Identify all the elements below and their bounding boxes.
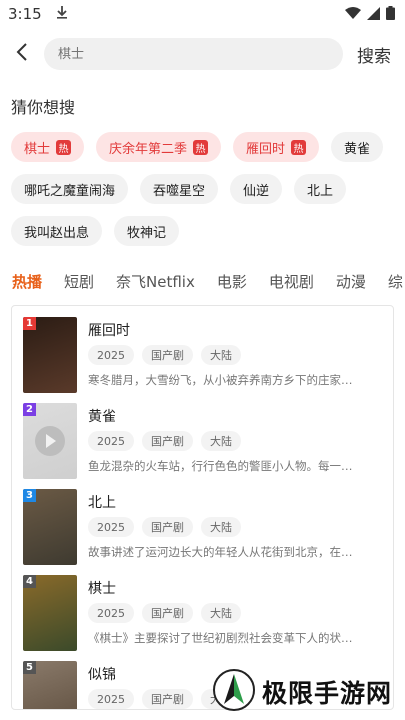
list-item[interactable]: 2 黄雀 2025 国产剧 大陆鱼龙混杂的火车站，行行色色的警匪小人物。每一…: [12, 392, 393, 479]
rank-badge: 1: [23, 317, 36, 330]
hot-badge: 热: [291, 139, 307, 155]
tag-year: 2025: [88, 689, 134, 709]
suggestions-title: 猜你想搜: [11, 98, 76, 117]
signal-icon: [367, 5, 380, 24]
item-description: 《棋士》主要探讨了世纪初剧烈社会变革下人的状…: [88, 631, 353, 645]
wifi-icon: [345, 5, 361, 24]
rank-badge: 5: [23, 661, 36, 674]
watermark-logo-icon: [212, 668, 256, 716]
suggestion-chip-label: 黄雀: [344, 141, 371, 157]
item-description: 鱼龙混杂的火车站，行行色色的警匪小人物。每一…: [88, 459, 353, 473]
suggestion-chip[interactable]: 吞噬星空: [140, 174, 219, 204]
tab-2[interactable]: 奈飞Netflix: [116, 271, 195, 292]
suggestion-chip-label: 北上: [307, 183, 334, 199]
tag-year: 2025: [88, 603, 134, 623]
suggestion-chip-label: 吞噬星空: [153, 183, 206, 199]
search-box[interactable]: [44, 38, 343, 70]
item-tags: 2025 国产剧大陆: [88, 517, 378, 537]
item-description: 故事讲述了运河边长大的年轻人从花街到北京，在…: [88, 545, 353, 559]
list-item[interactable]: 3 北上 2025 国产剧 大陆故事讲述了运河边长大的年轻人从花街到北京，在…: [12, 478, 393, 565]
rank-badge: 4: [23, 575, 36, 588]
tab-6[interactable]: 综: [388, 271, 403, 292]
suggestion-chip[interactable]: 棋士热: [11, 132, 85, 162]
item-title: 北上: [88, 495, 116, 511]
tab-4[interactable]: 电视剧: [269, 271, 314, 292]
tag-region: 大陆: [201, 345, 241, 365]
item-title: 雁回时: [88, 323, 130, 339]
suggestion-chips: 棋士热庆余年第二季热雁回时热黄雀 哪吒之魔童闹海 吞噬星空 仙逆 北上 我叫赵出息 牧神记: [0, 122, 405, 246]
item-info: 北上 2025 国产剧 大陆故事讲述了运河边长大的年轻人从花街到北京，在…: [88, 489, 378, 564]
suggestion-chip[interactable]: 我叫赵出息: [11, 216, 103, 246]
item-info: 棋士 2025 国产剧 大陆《棋士》主要探讨了世纪初剧烈社会变革下人的状…: [88, 575, 378, 650]
tag-type: 国产剧: [142, 689, 193, 709]
suggestion-chip-label: 牧神记: [127, 225, 167, 241]
suggestion-chip-label: 哪吒之魔童闹海: [24, 183, 116, 199]
battery-icon: [386, 5, 395, 24]
tag-region: 大陆: [201, 431, 241, 451]
poster-image: 1: [23, 317, 77, 393]
chevron-left-icon: [16, 42, 28, 66]
tab-3[interactable]: 电影: [217, 271, 247, 292]
suggestion-chip[interactable]: 黄雀: [331, 132, 384, 162]
rank-badge: 3: [23, 489, 36, 502]
item-info: 黄雀 2025 国产剧 大陆鱼龙混杂的火车站，行行色色的警匪小人物。每一…: [88, 403, 378, 478]
item-tags: 2025 国产剧大陆: [88, 431, 378, 451]
suggestion-chip[interactable]: 庆余年第二季热: [96, 132, 222, 162]
watermark: 极限手游网: [212, 668, 402, 716]
list-item[interactable]: 1 雁回时 2025 国产剧 大陆寒冬腊月，大雪纷飞，从小被弃养南方乡下的庄家…: [12, 306, 393, 393]
tag-type: 国产剧: [142, 517, 193, 537]
tag-type: 国产剧: [142, 603, 193, 623]
tag-type: 国产剧: [142, 431, 193, 451]
ranking-list: 1 雁回时 2025 国产剧 大陆 寒冬腊月，大雪纷飞，从小被弃养南方乡下的庄家… 2 黄雀 2…: [11, 305, 394, 710]
tag-type: 国产剧: [142, 345, 193, 365]
poster-image: 5: [23, 661, 77, 709]
poster-image: 2: [23, 403, 77, 479]
search-button[interactable]: 搜索: [357, 42, 391, 67]
hot-badge: 热: [193, 139, 209, 155]
download-icon: [56, 5, 68, 23]
tag-year: 2025: [88, 431, 134, 451]
watermark-text: 极限手游网: [262, 679, 393, 708]
suggestion-chip-label: 雁回时: [246, 141, 286, 157]
hot-badge: 热: [56, 139, 72, 155]
suggestion-chip-label: 仙逆: [243, 183, 270, 199]
rank-badge: 2: [23, 403, 36, 416]
tab-0[interactable]: 热播: [12, 271, 42, 292]
suggestion-chip[interactable]: 哪吒之魔童闹海: [11, 174, 129, 204]
tag-region: 大陆: [201, 603, 241, 623]
suggestion-chip-label: 庆余年第二季: [109, 141, 188, 157]
search-row: 搜索: [0, 28, 405, 80]
suggestion-chip[interactable]: 仙逆: [230, 174, 283, 204]
suggestion-chip-label: 我叫赵出息: [24, 225, 90, 241]
suggestion-chip[interactable]: 雁回时热: [233, 132, 320, 162]
poster-image: 4: [23, 575, 77, 651]
category-tabs: 热播 短剧 奈飞Netflix 电影 电视剧 动漫 综: [0, 266, 405, 296]
item-tags: 2025 国产剧大陆: [88, 345, 378, 365]
status-time: 3:15: [8, 5, 42, 23]
tag-region: 大陆: [201, 517, 241, 537]
suggestion-chip-label: 棋士: [24, 141, 51, 157]
back-button[interactable]: [6, 34, 38, 74]
item-info: 雁回时 2025 国产剧 大陆寒冬腊月，大雪纷飞，从小被弃养南方乡下的庄家…: [88, 317, 378, 392]
status-bar: 3:15: [0, 0, 405, 28]
suggestion-chip[interactable]: 牧神记: [114, 216, 180, 246]
item-description: 寒冬腊月，大雪纷飞，从小被弃养南方乡下的庄家…: [88, 373, 353, 387]
item-title: 棋士: [88, 581, 116, 597]
poster-image: 3: [23, 489, 77, 565]
tag-year: 2025: [88, 345, 134, 365]
suggestion-chip[interactable]: 北上: [294, 174, 347, 204]
search-input[interactable]: [58, 46, 329, 62]
tab-5[interactable]: 动漫: [336, 271, 366, 292]
tab-1[interactable]: 短剧: [64, 271, 94, 292]
tag-year: 2025: [88, 517, 134, 537]
item-title: 黄雀: [88, 409, 116, 425]
list-item[interactable]: 4 棋士 2025 国产剧 大陆《棋士》主要探讨了世纪初剧烈社会变革下人的状…: [12, 564, 393, 651]
item-tags: 2025 国产剧大陆: [88, 603, 378, 623]
